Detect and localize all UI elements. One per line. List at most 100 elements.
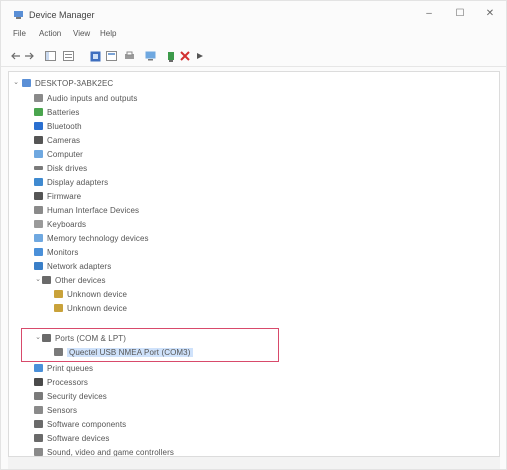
tree-item-label: Software components [47,419,127,429]
tree-item-label: Print queues [47,363,94,373]
other-devices-icon [42,276,51,284]
window-title: Device Manager [29,10,95,20]
device-manager-window: Device Manager – ☐ ✕ File Action View He… [0,0,507,470]
tree-root-label: DESKTOP-3ABK2EC [35,78,114,88]
warning-device-icon [54,304,63,312]
show-hide-console-tree-icon[interactable] [44,50,56,62]
cpu-icon [34,378,43,386]
title-bar: Device Manager – ☐ ✕ [1,1,506,27]
tree-item-batteries[interactable]: Batteries [34,106,79,118]
tree-item-label: Batteries [47,107,80,117]
display-adapter-icon [34,178,43,186]
toolbar [1,45,506,67]
menu-file[interactable]: File [13,29,26,38]
tree-item-security-devices[interactable]: Security devices [34,390,107,402]
tree-item-label: Bluetooth [47,121,82,131]
tree-item-processors[interactable]: Processors [34,376,88,388]
enable-device-icon[interactable] [194,50,206,62]
tree-item-sensors[interactable]: Sensors [34,404,77,416]
speaker-icon [34,94,43,102]
tree-item-other-devices[interactable]: Other devices [42,274,106,286]
back-arrow-icon[interactable] [10,50,22,62]
tree-item-print-queues[interactable]: Print queues [34,362,93,374]
battery-icon [34,108,43,116]
view-icon[interactable] [105,50,117,62]
tree-item-sound-video-game[interactable]: Sound, video and game controllers [34,446,174,457]
chip-icon [34,192,43,200]
highlight-box [21,328,279,362]
tree-item-label: Security devices [47,391,107,401]
forward-arrow-icon[interactable] [23,50,35,62]
security-icon [34,392,43,400]
minimize-button[interactable]: – [414,6,444,22]
tree-item-disk-drives[interactable]: Disk drives [34,162,87,174]
tree-item-monitors[interactable]: Monitors [34,246,78,258]
menu-action[interactable]: Action [39,29,61,38]
tree-item-label: Sensors [47,405,78,415]
tree-item-label: Software devices [47,433,110,443]
menu-bar: File Action View Help [1,27,506,43]
tree-item-label: Memory technology devices [47,233,149,243]
software-component-icon [34,420,43,428]
tree-item-firmware[interactable]: Firmware [34,190,81,202]
help-icon[interactable] [89,50,101,62]
warning-device-icon [54,290,63,298]
tree-item-label: Display adapters [47,177,109,187]
tree-item-label: Audio inputs and outputs [47,93,138,103]
status-bar [8,457,500,469]
update-driver-icon[interactable] [165,50,177,62]
tree-item-bluetooth[interactable]: Bluetooth [34,120,82,132]
tree-item-memory[interactable]: Memory technology devices [34,232,149,244]
keyboard-icon [34,220,43,228]
tree-item-label: Cameras [47,135,81,145]
tree-item-label: Disk drives [47,163,88,173]
camera-icon [34,136,43,144]
menu-help[interactable]: Help [100,29,116,38]
printer-icon [34,364,43,372]
memory-icon [34,234,43,242]
tree-item-label: Sound, video and game controllers [47,447,174,457]
tree-item-network-adapters[interactable]: Network adapters [34,260,111,272]
computer-icon [22,79,31,87]
tree-item-software-devices[interactable]: Software devices [34,432,110,444]
tree-item-label: Network adapters [47,261,112,271]
tree-item-label: Firmware [47,191,82,201]
close-button[interactable]: ✕ [475,6,505,22]
tree-item-audio[interactable]: Audio inputs and outputs [34,92,137,104]
device-manager-icon [14,11,23,19]
tree-item-keyboards[interactable]: Keyboards [34,218,86,230]
software-device-icon [34,434,43,442]
tree-item-label: Unknown device [67,289,128,299]
device-tree: ⌄ DESKTOP-3ABK2EC Audio inputs and outpu… [8,71,500,457]
tree-item-label: Computer [47,149,83,159]
monitor-icon [34,150,43,158]
tree-item-label: Monitors [47,247,79,257]
tree-item-label: Unknown device [67,303,128,313]
disk-drive-icon [34,166,43,170]
tree-root[interactable]: DESKTOP-3ABK2EC [22,77,113,89]
properties-icon[interactable] [62,50,74,62]
sensor-icon [34,406,43,414]
menu-view[interactable]: View [73,29,90,38]
chevron-down-icon[interactable]: ⌄ [34,274,42,286]
scan-hardware-changes-icon[interactable] [144,50,156,62]
tree-item-label: Other devices [55,275,106,285]
tree-item-display-adapters[interactable]: Display adapters [34,176,108,188]
hid-icon [34,206,43,214]
tree-item-software-components[interactable]: Software components [34,418,126,430]
tree-item-hid[interactable]: Human Interface Devices [34,204,139,216]
tree-item-cameras[interactable]: Cameras [34,134,80,146]
tree-item-unknown-device-2[interactable]: Unknown device [54,302,127,314]
speaker-icon [34,448,43,456]
monitor-icon [34,248,43,256]
uninstall-device-icon[interactable] [179,50,191,62]
bluetooth-icon [34,122,43,130]
tree-item-unknown-device-1[interactable]: Unknown device [54,288,127,300]
tree-item-label: Processors [47,377,89,387]
chevron-down-icon[interactable]: ⌄ [12,77,20,89]
print-icon[interactable] [123,50,135,62]
tree-item-label: Keyboards [47,219,87,229]
maximize-button[interactable]: ☐ [445,6,475,22]
tree-item-label: Human Interface Devices [47,205,140,215]
tree-item-computer[interactable]: Computer [34,148,83,160]
